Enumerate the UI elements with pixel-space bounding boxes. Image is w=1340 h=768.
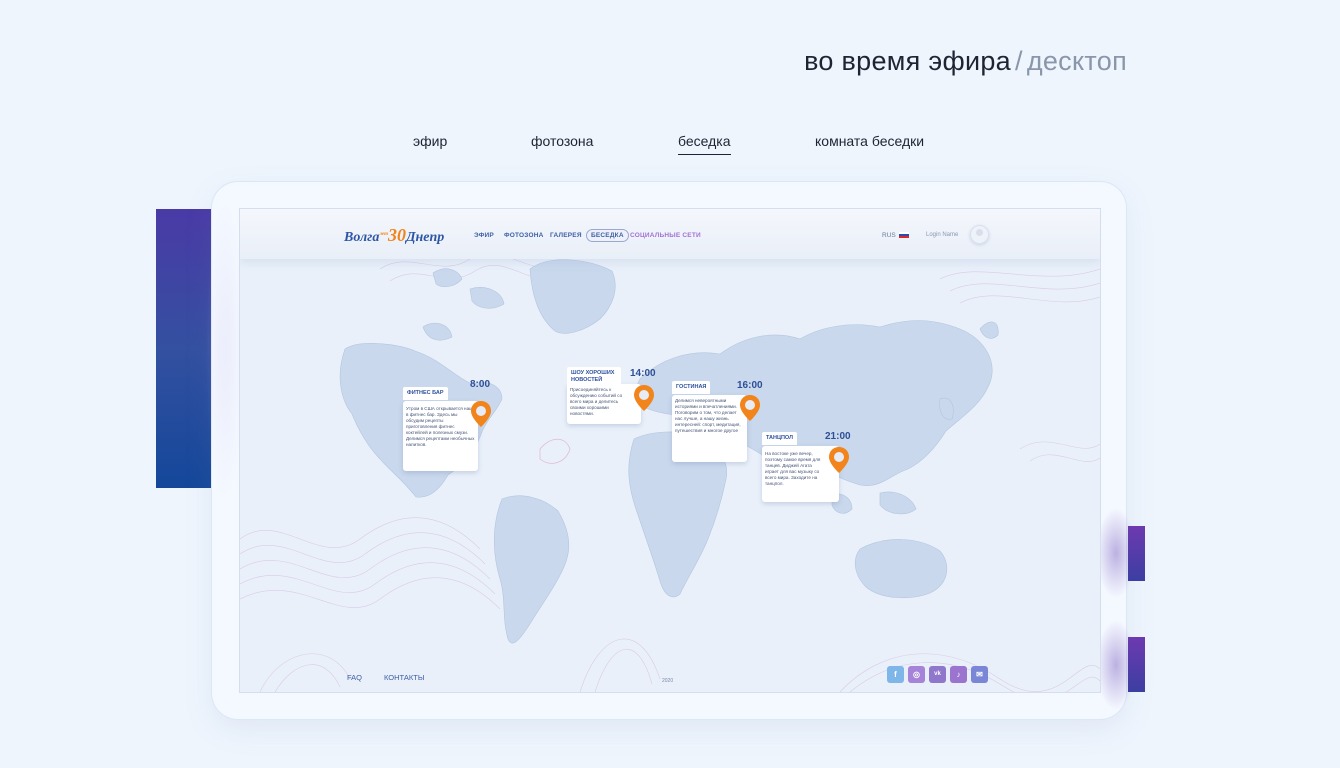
event-time: 8:00: [470, 379, 491, 390]
nav-besedka[interactable]: БЕСЕДКА: [586, 229, 629, 242]
map-pin-icon[interactable]: [470, 400, 492, 428]
event-time: 21:00: [825, 431, 851, 442]
site-footer: FAQ КОНТАКТЫ 2020 f ◎ vk ♪ ✉: [240, 649, 1100, 692]
nav-photozone[interactable]: ФОТОЗОНА: [504, 232, 544, 239]
event-tag: ФИТНЕС БАР: [403, 387, 448, 400]
page-title-separator: /: [1015, 46, 1023, 76]
nav-gallery[interactable]: ГАЛЕРЕЯ: [550, 232, 582, 239]
page-title-sub: десктоп: [1026, 46, 1127, 76]
contacts-link[interactable]: КОНТАКТЫ: [384, 673, 424, 682]
nav-social[interactable]: СОЦИАЛЬНЫЕ СЕТИ: [630, 232, 701, 239]
site-logo[interactable]: Волгалет30Днепр: [344, 225, 444, 246]
event-description: На востоке уже вечер, поэтому самое врем…: [765, 451, 821, 486]
event-card-news[interactable]: ШОУ ХОРОШИХ НОВОСТЕЙ 14:00 Присоединяйте…: [567, 367, 656, 424]
event-tag: ШОУ ХОРОШИХ НОВОСТЕЙ: [567, 367, 621, 387]
event-description: Утром в США открывается наш в фитнес бар…: [406, 406, 475, 447]
event-card-lounge[interactable]: ГОСТИНАЯ 16:00 Делимся невероятными исто…: [672, 380, 763, 462]
event-description: Присоединяйтесь к обсуждению событий со …: [570, 387, 623, 416]
tab-besedka[interactable]: беседка: [678, 133, 731, 155]
logo-small: лет: [379, 232, 388, 237]
decor-gradient-block: [1128, 637, 1145, 692]
copyright-year: 2020: [662, 678, 674, 684]
world-map: [240, 253, 1100, 692]
event-card-fitness[interactable]: ФИТНЕС БАР 8:00 Утром в США открывается …: [403, 379, 490, 471]
tab-photozone[interactable]: фотозона: [531, 133, 593, 154]
logo-dnepr: Днепр: [405, 230, 445, 245]
tab-besedka-room[interactable]: комната беседки: [815, 133, 924, 154]
wechat-icon[interactable]: ✉: [971, 666, 988, 683]
vk-icon[interactable]: vk: [929, 666, 946, 683]
nav-efir[interactable]: ЭФИР: [474, 232, 494, 239]
login-name[interactable]: Login Name: [926, 232, 958, 238]
event-time: 16:00: [737, 380, 763, 391]
map-pin-icon[interactable]: [633, 384, 655, 412]
event-tag: ГОСТИНАЯ: [672, 381, 711, 394]
language-label: RUS: [882, 232, 896, 239]
map-pin-icon[interactable]: [739, 394, 761, 422]
tiktok-icon[interactable]: ♪: [950, 666, 967, 683]
ocean-wave: [539, 438, 571, 464]
avatar[interactable]: [970, 225, 989, 244]
logo-volga: Волга: [344, 230, 380, 245]
faq-link[interactable]: FAQ: [347, 673, 362, 682]
decor-gradient-block: [1128, 526, 1145, 581]
map-pin-icon[interactable]: [828, 446, 850, 474]
section-tabs: эфир фотозона беседка комната беседки: [0, 133, 1340, 157]
tab-efir[interactable]: эфир: [413, 133, 447, 154]
logo-number: 30: [387, 225, 406, 245]
page-title-main: во время эфира: [804, 46, 1011, 76]
event-description: Делимся невероятными историями и впечатл…: [675, 398, 741, 433]
facebook-icon[interactable]: f: [887, 666, 904, 683]
site-header: Волгалет30Днепр ЭФИР ФОТОЗОНА ГАЛЕРЕЯ БЕ…: [240, 209, 1100, 259]
event-tag: ТАНЦПОЛ: [762, 432, 797, 445]
site-screen: Волгалет30Днепр ЭФИР ФОТОЗОНА ГАЛЕРЕЯ БЕ…: [240, 209, 1100, 692]
event-time: 14:00: [630, 368, 656, 379]
language-switch[interactable]: RUS: [882, 232, 909, 239]
decor-gradient-block: [156, 209, 212, 488]
russia-flag-icon: [898, 232, 909, 239]
page-title: во время эфира / десктоп: [804, 46, 1127, 77]
instagram-icon[interactable]: ◎: [908, 666, 925, 683]
